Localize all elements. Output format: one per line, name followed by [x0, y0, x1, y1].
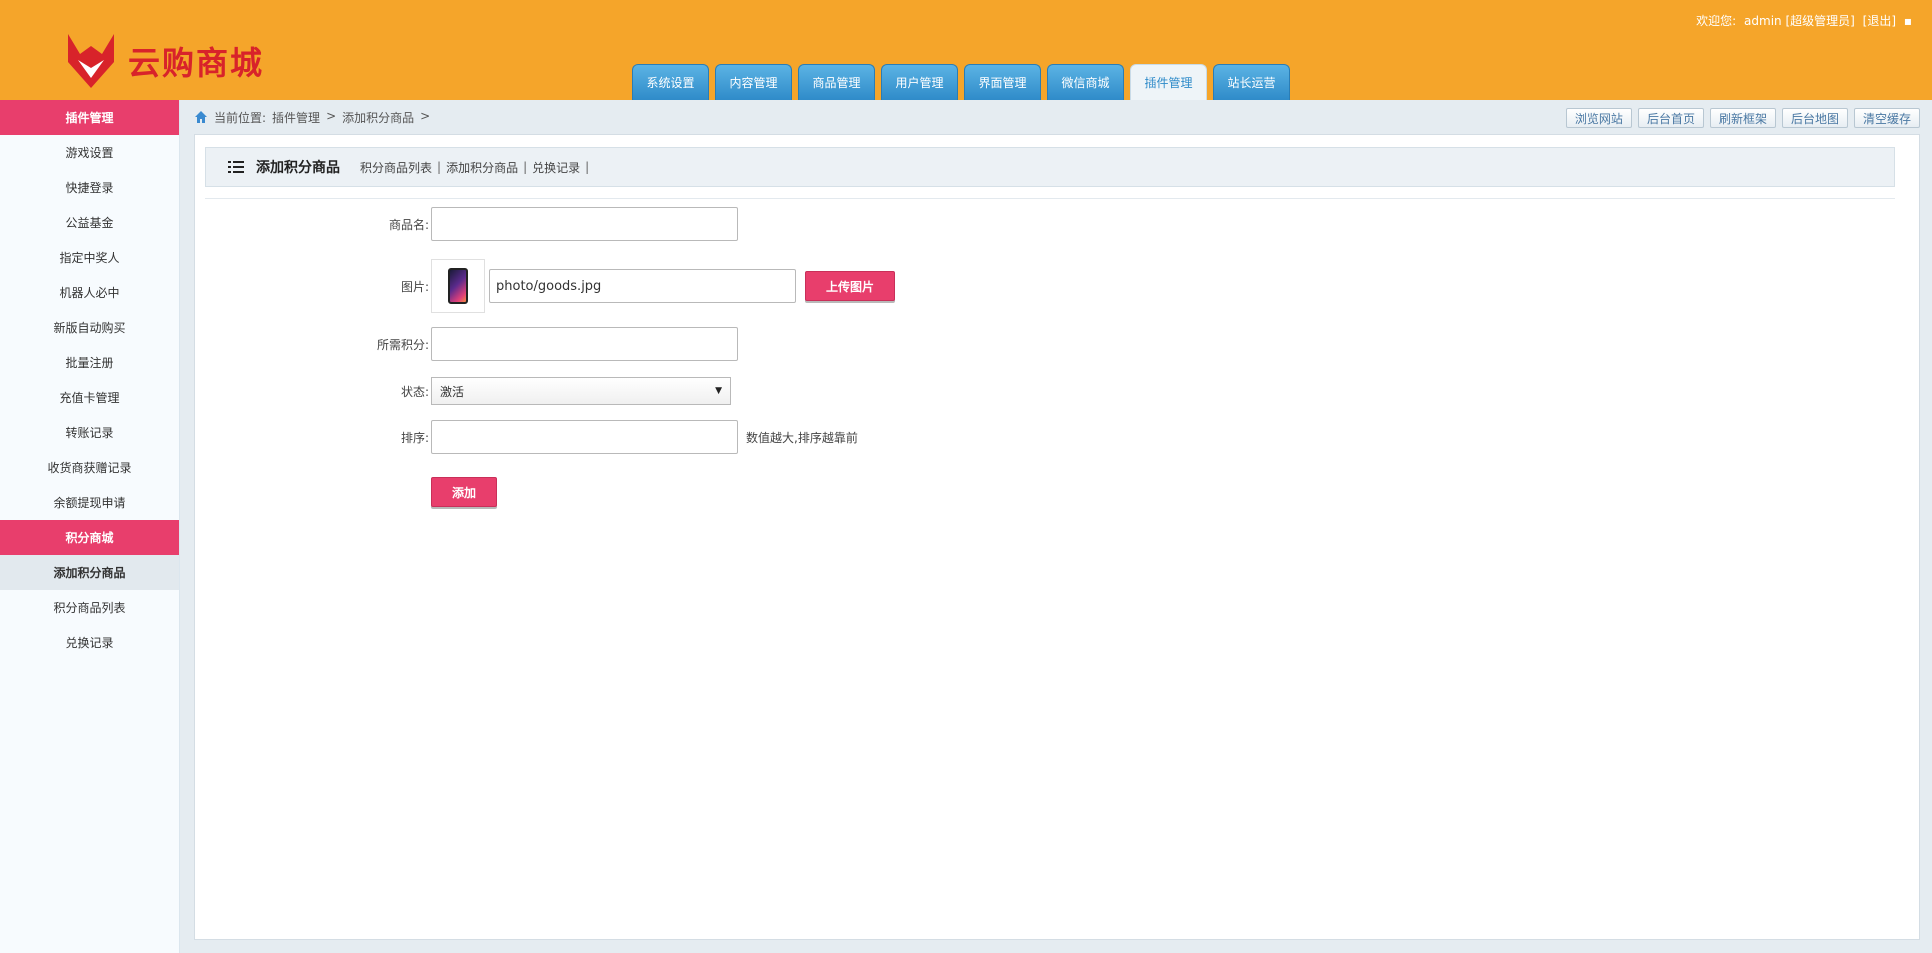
- logout-link[interactable]: [退出]: [1863, 14, 1896, 28]
- image-path-input[interactable]: [489, 269, 796, 303]
- sort-input[interactable]: [431, 420, 738, 454]
- link-add-points-goods[interactable]: 添加积分商品: [446, 159, 518, 176]
- sidebar-item-auto-buy[interactable]: 新版自动购买: [0, 310, 179, 345]
- tab-system-settings[interactable]: 系统设置: [632, 64, 709, 100]
- sidebar-item-add-points-goods[interactable]: 添加积分商品: [0, 555, 179, 590]
- browse-site-button[interactable]: 浏览网站: [1565, 108, 1632, 128]
- dropdown-arrow-icon: ▼: [715, 386, 722, 396]
- logo[interactable]: 云购商城: [64, 30, 264, 92]
- sidebar-section-plugins[interactable]: 插件管理: [0, 100, 179, 135]
- tab-goods-management[interactable]: 商品管理: [798, 64, 875, 100]
- status-label: 状态:: [400, 384, 429, 399]
- goods-name-input[interactable]: [431, 207, 738, 241]
- content-panel: 添加积分商品 积分商品列表 | 添加积分商品 | 兑换记录 | 商品名: 图片:: [194, 134, 1920, 940]
- row-submit: 添加: [195, 477, 498, 507]
- link-points-goods-list[interactable]: 积分商品列表: [360, 159, 432, 176]
- fox-logo-icon: [68, 34, 114, 88]
- current-user: admin [超级管理员]: [1744, 14, 1855, 28]
- row-name: 商品名:: [195, 207, 738, 241]
- status-selected-value: 激活: [440, 384, 465, 399]
- breadcrumb-prefix: 当前位置:: [214, 110, 267, 125]
- tab-content-management[interactable]: 内容管理: [715, 64, 792, 100]
- row-points: 所需积分:: [195, 327, 738, 361]
- sidebar-item-batch-register[interactable]: 批量注册: [0, 345, 179, 380]
- refresh-frame-button[interactable]: 刷新框架: [1709, 108, 1776, 128]
- admin-home-button[interactable]: 后台首页: [1637, 108, 1704, 128]
- sort-hint: 数值越大,排序越靠前: [746, 430, 858, 445]
- page-title-bar: 添加积分商品 积分商品列表 | 添加积分商品 | 兑换记录 |: [205, 147, 1895, 187]
- tab-interface-management[interactable]: 界面管理: [964, 64, 1041, 100]
- status-select[interactable]: 激活 ▼: [431, 377, 731, 405]
- sidebar-item-recharge-cards[interactable]: 充值卡管理: [0, 380, 179, 415]
- breadcrumb-bar: 当前位置: 插件管理 > 添加积分商品 > 浏览网站 后台首页 刷新框架 后台地…: [180, 100, 1932, 134]
- welcome-bar: 欢迎您: admin [超级管理员] [退出] ▪: [1696, 14, 1912, 28]
- sort-label: 排序:: [400, 430, 429, 445]
- sidebar-item-points-goods-list[interactable]: 积分商品列表: [0, 590, 179, 625]
- top-nav: 系统设置 内容管理 商品管理 用户管理 界面管理 微信商城 插件管理 站长运营: [632, 64, 1290, 100]
- phone-image-icon: [448, 268, 468, 304]
- points-label: 所需积分:: [376, 337, 429, 352]
- row-sort: 排序: 数值越大,排序越靠前: [195, 420, 858, 454]
- sidebar-item-withdraw-requests[interactable]: 余额提现申请: [0, 485, 179, 520]
- sidebar-section-points-mall[interactable]: 积分商城: [0, 520, 179, 555]
- upload-image-button[interactable]: 上传图片: [805, 271, 896, 301]
- sidebar-item-designated-winner[interactable]: 指定中奖人: [0, 240, 179, 275]
- sidebar-item-transfer-records[interactable]: 转账记录: [0, 415, 179, 450]
- page-title: 添加积分商品: [256, 160, 340, 176]
- sidebar-item-robot-win[interactable]: 机器人必中: [0, 275, 179, 310]
- breadcrumb-separator: >: [326, 108, 337, 123]
- tab-plugin-management[interactable]: 插件管理: [1130, 64, 1207, 100]
- breadcrumb: 当前位置: 插件管理 > 添加积分商品 >: [214, 109, 430, 126]
- logo-text: 云购商城: [128, 44, 265, 82]
- clear-cache-button[interactable]: 清空缓存: [1853, 108, 1920, 128]
- welcome-label: 欢迎您:: [1696, 14, 1737, 28]
- sidebar-item-charity-fund[interactable]: 公益基金: [0, 205, 179, 240]
- tab-user-management[interactable]: 用户管理: [881, 64, 958, 100]
- breadcrumb-item[interactable]: 插件管理: [272, 109, 320, 126]
- tab-wechat-mall[interactable]: 微信商城: [1047, 64, 1124, 100]
- sidebar-item-gift-records[interactable]: 收货商获赠记录: [0, 450, 179, 485]
- add-submit-button[interactable]: 添加: [431, 477, 498, 507]
- points-input[interactable]: [431, 327, 738, 361]
- tab-site-operations[interactable]: 站长运营: [1213, 64, 1290, 100]
- breadcrumb-separator: >: [420, 108, 431, 123]
- row-image: 图片: 上传图片: [195, 259, 896, 313]
- sidebar-item-quick-login[interactable]: 快捷登录: [0, 170, 179, 205]
- page-links: 积分商品列表 | 添加积分商品 | 兑换记录 |: [360, 159, 590, 176]
- row-status: 状态: 激活 ▼: [195, 377, 731, 405]
- name-label: 商品名:: [388, 217, 429, 232]
- home-icon: [195, 111, 207, 123]
- image-label: 图片:: [400, 279, 429, 294]
- main-area: 当前位置: 插件管理 > 添加积分商品 > 浏览网站 后台首页 刷新框架 后台地…: [180, 100, 1932, 953]
- sidebar-item-exchange-records[interactable]: 兑换记录: [0, 625, 179, 660]
- header: 云购商城 欢迎您: admin [超级管理员] [退出] ▪ 系统设置 内容管理…: [0, 0, 1932, 100]
- breadcrumb-item[interactable]: 添加积分商品: [342, 109, 414, 126]
- sidebar-item-game-settings[interactable]: 游戏设置: [0, 135, 179, 170]
- link-exchange-records[interactable]: 兑换记录: [532, 159, 580, 176]
- admin-map-button[interactable]: 后台地图: [1781, 108, 1848, 128]
- top-action-buttons: 浏览网站 后台首页 刷新框架 后台地图 清空缓存: [1565, 108, 1920, 128]
- list-icon: [228, 161, 244, 173]
- sidebar: 插件管理 游戏设置 快捷登录 公益基金 指定中奖人 机器人必中 新版自动购买 批…: [0, 100, 180, 953]
- image-thumbnail: [431, 259, 485, 313]
